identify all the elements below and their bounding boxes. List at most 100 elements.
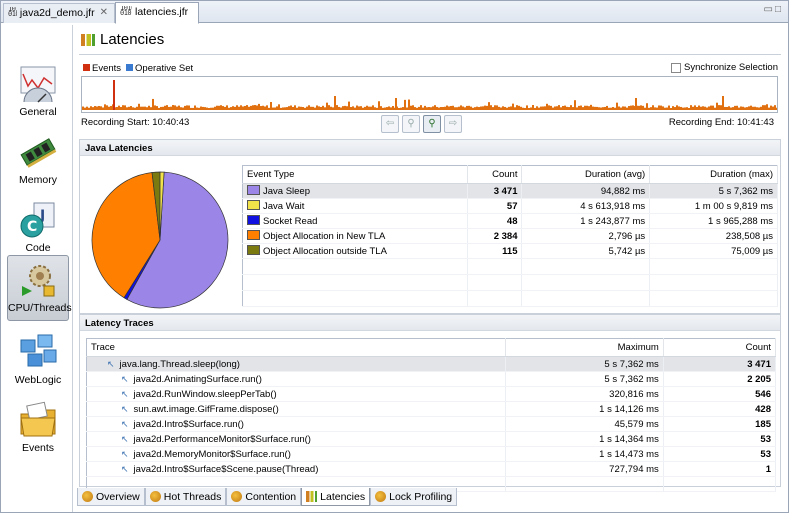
count-cell: 2 384 — [467, 228, 523, 244]
sidebar-item-general[interactable]: General — [7, 59, 69, 125]
tab-latencies[interactable]: Latencies — [301, 488, 371, 506]
col-trace[interactable]: Trace — [86, 338, 506, 357]
timeline-bar — [758, 107, 760, 110]
timeline-bar — [500, 107, 502, 110]
legend-label: Operative Set — [135, 63, 194, 74]
timeline-bar — [128, 106, 130, 110]
timeline-bar — [252, 105, 254, 110]
timeline-bar — [696, 106, 698, 110]
timeline-bar — [290, 105, 292, 110]
timeline-bar — [82, 106, 84, 110]
tab-hot-threads[interactable]: Hot Threads — [144, 488, 227, 506]
tab-lock-profiling[interactable]: Lock Profiling — [370, 488, 458, 506]
tab-java2d-demo[interactable]: 10100101 java2d_demo.jfr ✕ — [3, 3, 115, 23]
timeline-bar — [326, 102, 328, 110]
timeline-bar — [622, 106, 624, 110]
maximize-icon[interactable]: □ — [775, 4, 783, 15]
table-row[interactable]: Java Wait 57 4 s 613,918 ms 1 m 00 s 9,819 … — [242, 198, 778, 214]
table-row[interactable]: ↖ java2d.AnimatingSurface.run() 5 s 7,362 … — [86, 371, 777, 387]
col-count[interactable]: Count — [663, 338, 777, 357]
timeline-spike — [722, 96, 724, 110]
col-count[interactable]: Count — [467, 165, 523, 184]
timeline-bar — [610, 107, 612, 110]
col-maximum[interactable]: Maximum — [505, 338, 664, 357]
table-row[interactable]: Java Sleep 3 471 94,882 ms 5 s 7,362 ms — [242, 183, 778, 199]
window-controls[interactable]: ▭□ — [764, 4, 784, 15]
table-row[interactable]: ↖ java2d.RunWindow.sleepPerTab() 320,816 m… — [86, 386, 777, 402]
timeline-bar — [338, 106, 340, 110]
timeline-bar — [580, 105, 582, 110]
weblogic-cubes-icon — [18, 332, 58, 372]
timeline-bar — [474, 107, 476, 110]
minimize-icon[interactable]: ▭ — [764, 4, 775, 15]
timeline-bar — [282, 107, 284, 110]
timeline-bar — [592, 106, 594, 110]
tab-overview[interactable]: Overview — [77, 488, 145, 506]
timeline-bar — [588, 106, 590, 110]
timeline-bar — [142, 106, 144, 110]
synchronize-selection-checkbox[interactable]: Synchronize Selection — [671, 62, 778, 73]
latency-traces-table[interactable]: Trace Maximum Count ↖ java.lang.Thread.sl… — [86, 338, 777, 492]
table-row[interactable]: Socket Read 48 1 s 243,877 ms 1 s 965,288 m… — [242, 213, 778, 229]
timeline-bar — [484, 105, 486, 110]
timeline-bar — [620, 107, 622, 110]
event-timeline-strip[interactable] — [81, 76, 778, 113]
timeline-bar — [296, 107, 298, 110]
timeline-bar — [540, 106, 542, 110]
timeline-bar — [544, 106, 546, 110]
timeline-bar — [318, 106, 320, 110]
table-row[interactable]: ↖ java2d.MemoryMonitor$Surface.run() 1 s 1… — [86, 446, 777, 462]
timeline-bar — [666, 107, 668, 110]
timeline-bar — [174, 105, 176, 110]
timeline-bar — [164, 105, 166, 110]
event-type-table[interactable]: Event Type Count Duration (avg) Duration… — [242, 165, 778, 307]
close-icon[interactable]: ✕ — [100, 7, 108, 18]
table-row[interactable]: ↖ java2d.PerformanceMonitor$Surface.run()… — [86, 431, 777, 447]
timeline-bar — [680, 106, 682, 110]
timeline-bar — [606, 105, 608, 110]
zoom-out-button[interactable]: ⚲ — [402, 115, 420, 133]
sidebar-item-label: Memory — [19, 174, 57, 186]
pan-right-button[interactable]: ⇨ — [444, 115, 462, 133]
col-duration-max[interactable]: Duration (max) — [649, 165, 778, 184]
timeline-bar — [84, 107, 86, 110]
tab-latencies[interactable]: 10100101 latencies.jfr — [115, 2, 199, 24]
sidebar-item-code[interactable]: JC Code — [7, 195, 69, 261]
timeline-bar — [204, 107, 206, 110]
timeline-bar — [280, 107, 282, 110]
col-event-type[interactable]: Event Type — [242, 165, 468, 184]
table-row[interactable]: ↖ java2d.Intro$Surface$Scene.pause(Thread… — [86, 461, 777, 477]
timeline-bar — [542, 106, 544, 110]
timeline-bar — [424, 105, 426, 110]
timeline-bar — [250, 105, 252, 110]
tab-contention[interactable]: Contention — [226, 488, 302, 506]
table-row[interactable]: Object Allocation outside TLA 115 5,742 µs… — [242, 243, 778, 259]
timeline-spike — [113, 80, 115, 110]
checkbox-icon[interactable] — [671, 62, 681, 73]
section-title: Latency Traces — [80, 315, 780, 331]
sidebar-item-cpu-threads[interactable]: CPU/Threads — [7, 255, 72, 321]
timeline-bar — [576, 107, 578, 110]
latency-pie-chart[interactable] — [86, 166, 236, 314]
timeline-bar — [102, 107, 104, 110]
sidebar-item-events[interactable]: Events — [7, 395, 69, 461]
section-title: Java Latencies — [80, 140, 780, 156]
timeline-bar — [628, 106, 630, 110]
event-type-cell: Java Sleep — [242, 183, 468, 199]
empty-row — [242, 290, 778, 307]
zoom-in-button[interactable]: ⚲ — [423, 115, 441, 133]
table-row[interactable]: Object Allocation in New TLA 2 384 2,796 µ… — [242, 228, 778, 244]
table-row[interactable]: ↖ java2d.Intro$Surface.run() 45,579 ms 185 — [86, 416, 777, 432]
java-code-icon: JC — [18, 200, 58, 240]
sidebar-item-weblogic[interactable]: WebLogic — [7, 327, 69, 393]
timeline-bar — [214, 106, 216, 110]
table-row[interactable]: ↖ java.lang.Thread.sleep(long) 5 s 7,362 m… — [86, 356, 777, 372]
col-duration-avg[interactable]: Duration (avg) — [521, 165, 651, 184]
timeline-bar — [320, 106, 322, 110]
trace-cell: ↖ java2d.PerformanceMonitor$Surface.run() — [86, 431, 506, 447]
table-row[interactable]: ↖ sun.awt.image.GifFrame.dispose() 1 s 14,… — [86, 401, 777, 417]
sidebar-item-memory[interactable]: Memory — [7, 127, 69, 193]
pan-left-button[interactable]: ⇦ — [381, 115, 399, 133]
timeline-bar — [382, 107, 384, 110]
timeline-bar — [316, 105, 318, 110]
